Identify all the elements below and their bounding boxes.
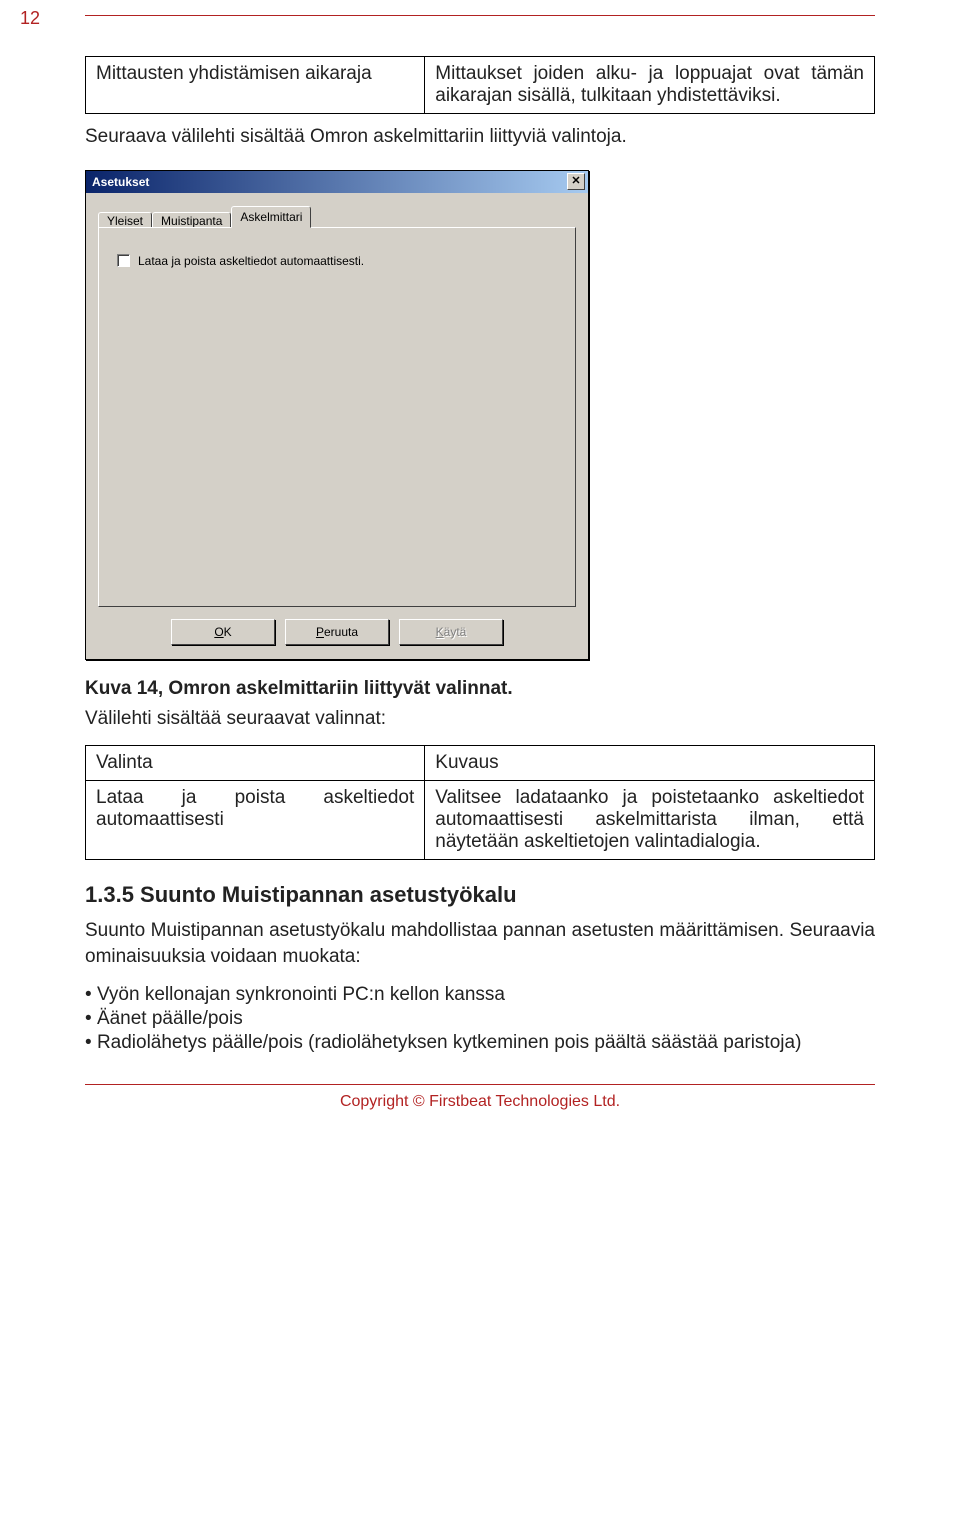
paragraph: Seuraava välilehti sisältää Omron askelm… [85,124,875,150]
dialog-screenshot: Asetukset ✕ Yleiset Muistipanta Askelmit… [85,170,589,660]
footer-rule [85,1084,875,1085]
table-measurement-merge: Mittausten yhdistämisen aikaraja Mittauk… [85,56,875,114]
close-button[interactable]: ✕ [567,173,585,190]
tab-panel: Lataa ja poista askeltiedot automaattise… [98,227,576,607]
section-heading: 1.3.5 Suunto Muistipannan asetustyökalu [85,882,875,908]
dialog-title: Asetukset [92,175,149,189]
checkbox-label: Lataa ja poista askeltiedot automaattise… [138,254,364,268]
figure-caption: Kuva 14, Omron askelmittariin liittyvät … [85,678,875,700]
cell-left: Lataa ja poista askeltiedot automaattise… [86,781,425,860]
tab-askelmittari[interactable]: Askelmittari [231,206,311,228]
dialog-titlebar: Asetukset ✕ [86,171,588,193]
paragraph: Suunto Muistipannan asetustyökalu mahdol… [85,918,875,969]
apply-button[interactable]: Käytä [399,619,503,645]
list-item: Radiolähetys päälle/pois (radiolähetykse… [85,1032,875,1054]
cell-header-right: Kuvaus [425,746,875,781]
paragraph: Välilehti sisältää seuraavat valinnat: [85,706,875,732]
table-row: Lataa ja poista askeltiedot automaattise… [86,781,875,860]
cell-right: Mittaukset joiden alku- ja loppuajat ova… [425,57,875,114]
table-options: Valinta Kuvaus Lataa ja poista askeltied… [85,745,875,860]
page-number: 12 [20,8,40,29]
table-row: Valinta Kuvaus [86,746,875,781]
close-icon: ✕ [571,176,580,187]
header-rule [85,15,875,16]
footer-copyright: Copyright © Firstbeat Technologies Ltd. [85,1093,875,1111]
ok-button[interactable]: OK [171,619,275,645]
auto-load-remove-checkbox[interactable] [117,254,130,267]
list-item: Vyön kellonajan synkronointi PC:n kellon… [85,984,875,1006]
cell-header-left: Valinta [86,746,425,781]
table-row: Mittausten yhdistämisen aikaraja Mittauk… [86,57,875,114]
list-item: Äänet päälle/pois [85,1008,875,1030]
tab-strip: Yleiset Muistipanta Askelmittari [98,205,576,227]
cancel-button[interactable]: Peruuta [285,619,389,645]
bullet-list: Vyön kellonajan synkronointi PC:n kellon… [85,984,875,1054]
cell-right: Valitsee ladataanko ja poistetaanko aske… [425,781,875,860]
cell-left: Mittausten yhdistämisen aikaraja [86,57,425,114]
